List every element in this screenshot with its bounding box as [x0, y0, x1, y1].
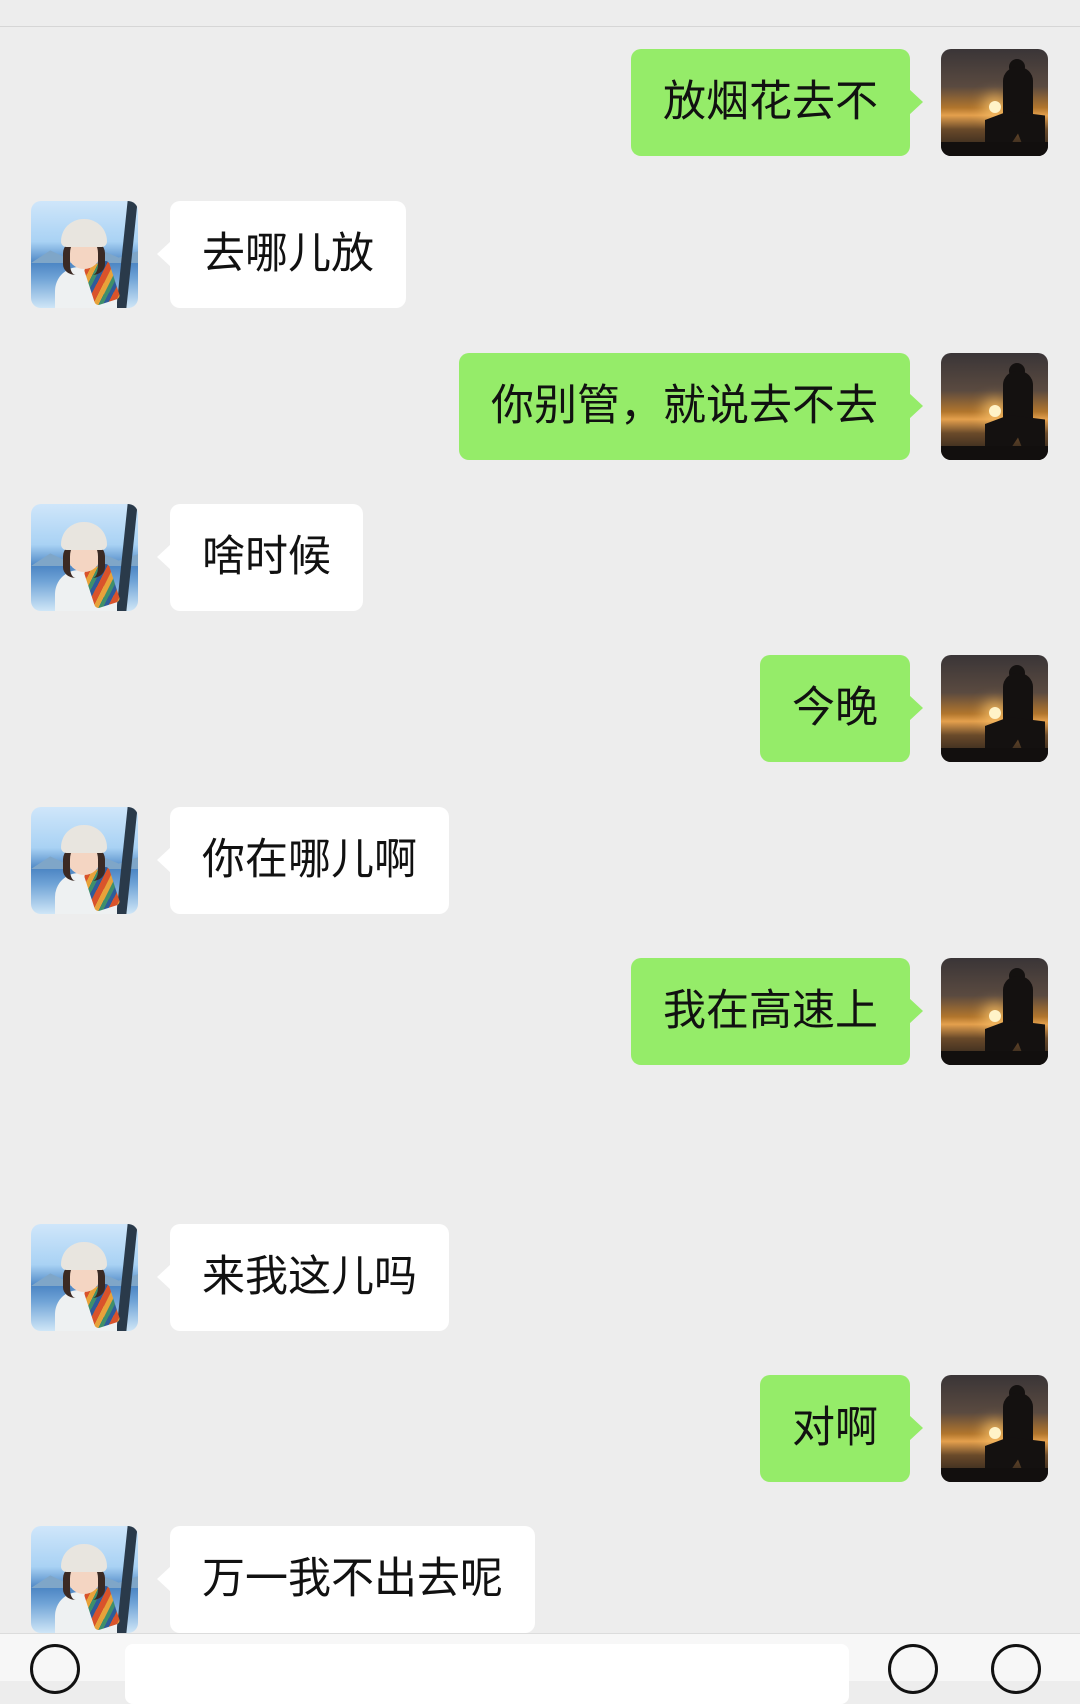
message-bubble-outgoing[interactable]: 放烟花去不	[631, 49, 923, 156]
message-bubble-incoming[interactable]: 来我这儿吗	[157, 1224, 449, 1331]
message-bubble-outgoing[interactable]: 你别管，就说去不去	[459, 353, 923, 460]
message-bubble-incoming[interactable]: 啥时候	[157, 504, 363, 611]
contact-avatar[interactable]	[31, 504, 138, 611]
message-bubble-incoming[interactable]: 去哪儿放	[157, 201, 406, 308]
message-bubble-incoming[interactable]: 你在哪儿啊	[157, 807, 449, 914]
self-avatar[interactable]	[941, 353, 1048, 460]
self-avatar[interactable]	[941, 655, 1048, 762]
input-toolbar	[0, 1633, 1080, 1704]
plus-icon[interactable]	[991, 1644, 1041, 1694]
message-row-incoming: 万一我不出去呢	[0, 1526, 1080, 1633]
self-avatar[interactable]	[941, 49, 1048, 156]
message-row-incoming: 啥时候	[0, 504, 1080, 611]
chat-message-list[interactable]: 放烟花去不 去哪儿放 你别管，就说去不去 啥时候 今晚 你在哪儿啊 我在高速上 …	[0, 27, 1080, 1633]
message-row-incoming: 去哪儿放	[0, 201, 1080, 308]
self-avatar[interactable]	[941, 958, 1048, 1065]
message-bubble-outgoing[interactable]: 今晚	[760, 655, 923, 762]
message-bubble-incoming[interactable]: 万一我不出去呢	[157, 1526, 535, 1633]
message-row-incoming: 来我这儿吗	[0, 1224, 1080, 1331]
message-bubble-outgoing[interactable]: 我在高速上	[631, 958, 923, 1065]
contact-avatar[interactable]	[31, 201, 138, 308]
message-bubble-outgoing[interactable]: 对啊	[760, 1375, 923, 1482]
message-row-outgoing: 对啊	[0, 1375, 1080, 1482]
message-row-outgoing: 我在高速上	[0, 958, 1080, 1065]
message-row-outgoing: 今晚	[0, 655, 1080, 762]
contact-avatar[interactable]	[31, 1526, 138, 1633]
contact-avatar[interactable]	[31, 807, 138, 914]
message-row-outgoing: 放烟花去不	[0, 49, 1080, 156]
message-input[interactable]	[125, 1644, 849, 1704]
emoji-icon[interactable]	[888, 1644, 938, 1694]
self-avatar[interactable]	[941, 1375, 1048, 1482]
voice-icon[interactable]	[30, 1644, 80, 1694]
message-row-incoming: 你在哪儿啊	[0, 807, 1080, 914]
message-row-outgoing: 你别管，就说去不去	[0, 353, 1080, 460]
contact-avatar[interactable]	[31, 1224, 138, 1331]
top-divider	[0, 0, 1080, 27]
